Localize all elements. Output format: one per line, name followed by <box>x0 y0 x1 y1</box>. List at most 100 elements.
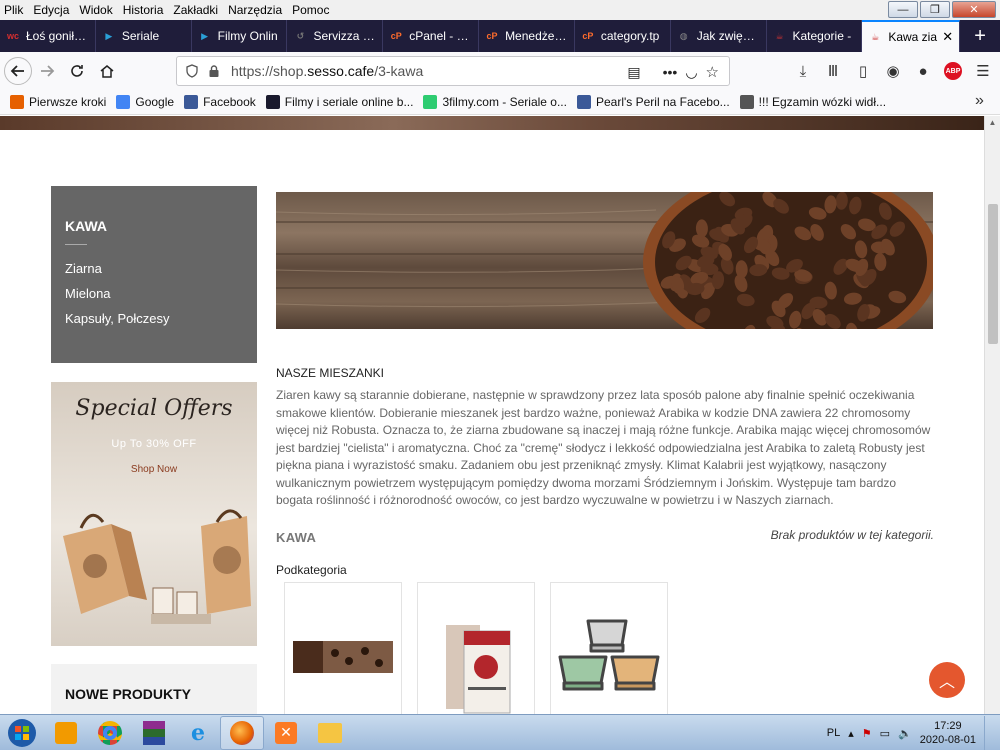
bookmark-star-icon[interactable]: ☆ <box>706 63 719 81</box>
tab-2[interactable]: ▶ Filmy Onlin <box>192 20 288 52</box>
pocket-icon[interactable]: ◡ <box>685 64 697 81</box>
network-warning-icon[interactable]: ⚑ <box>862 727 872 740</box>
restore-icon[interactable]: ❐ <box>920 1 950 18</box>
subcategory-card-mielona[interactable] <box>417 582 535 714</box>
system-tray: PL ▴ ⚑ ▭ 🔈 17:29 2020-08-01 <box>827 715 994 751</box>
menu-historia[interactable]: Historia <box>123 3 164 17</box>
category-link-mielona[interactable]: Mielona <box>65 286 243 301</box>
tab-title: Seriale <box>121 29 160 43</box>
tab-6[interactable]: cP category.tp <box>575 20 671 52</box>
taskbar-xampp[interactable]: ✕ <box>264 716 308 750</box>
shop-now-link[interactable]: Shop Now <box>51 464 257 475</box>
tab-9[interactable]: ☕ Kawa zia ✕ <box>862 20 961 52</box>
language-indicator[interactable]: PL <box>827 727 840 739</box>
bookmark-item-5[interactable]: Pearl's Peril na Facebo... <box>576 95 730 109</box>
extension-icon[interactable]: ● <box>912 56 934 86</box>
reload-button[interactable] <box>62 56 92 86</box>
volume-icon[interactable]: 🔈 <box>898 727 912 740</box>
ground-coffee-box-thumbnail <box>446 625 511 714</box>
taskbar-media-player[interactable] <box>44 716 88 750</box>
menu-icon[interactable]: ☰ <box>972 56 994 86</box>
section-title: KAWA <box>276 530 317 545</box>
bookmarks-overflow-icon[interactable]: » <box>975 92 984 110</box>
bookmark-item-1[interactable]: Google <box>116 95 174 109</box>
tab-title: Kategorie - <box>792 29 852 43</box>
scroll-up-arrow-icon[interactable]: ▲ <box>985 118 1000 127</box>
scroll-to-top-button[interactable]: ︿ <box>929 662 965 698</box>
menu-pomoc[interactable]: Pomoc <box>292 3 329 17</box>
taskbar-winrar[interactable] <box>132 716 176 750</box>
tab-5[interactable]: cP Menedżer p <box>479 20 575 52</box>
account-icon[interactable]: ◉ <box>882 56 904 86</box>
bookmark-item-2[interactable]: Facebook <box>184 95 256 109</box>
library-icon[interactable]: Ⅲ <box>822 56 844 86</box>
menu-zakladki[interactable]: Zakładki <box>173 3 218 17</box>
menu-plik[interactable]: Plik <box>4 3 23 17</box>
bookmark-favicon-icon <box>423 95 438 109</box>
subcategory-card-kapsuly[interactable] <box>550 582 668 714</box>
category-divider <box>65 244 87 245</box>
tab-8[interactable]: ☕ Kategorie - <box>767 20 863 52</box>
back-arrow-icon <box>10 65 24 77</box>
bookmark-favicon-icon <box>739 95 754 109</box>
mix-title: NASZE MIESZANKI <box>276 366 385 380</box>
bookmark-item-0[interactable]: Pierwsze kroki <box>10 95 106 109</box>
page-content: KAWA Ziarna Mielona Kapsuły, Połczesy Sp… <box>0 116 984 714</box>
clock[interactable]: 17:29 2020-08-01 <box>920 719 976 747</box>
tab-title: Kawa zia <box>888 30 938 44</box>
tab-title: cPanel - Gło <box>409 29 473 43</box>
sidebar-icon[interactable]: ▯ <box>852 56 874 86</box>
category-link-ziarna[interactable]: Ziarna <box>65 261 243 276</box>
navigation-bar: https://shop.sesso.cafe/3-kawa ▤ ••• ◡ ☆… <box>0 52 1000 90</box>
download-icon[interactable]: ⤓ <box>792 56 814 86</box>
special-offers-banner[interactable]: Special Offers Up To 30% OFF Shop Now <box>51 382 257 646</box>
globe-favicon-icon: ◍ <box>679 30 688 41</box>
tab-4[interactable]: cP cPanel - Gło <box>383 20 480 52</box>
winrar-icon <box>143 720 165 745</box>
category-link-kapsuly[interactable]: Kapsuły, Połczesy <box>65 311 243 326</box>
start-button[interactable] <box>0 716 44 750</box>
address-bar[interactable]: https://shop.sesso.cafe/3-kawa ▤ ••• ◡ ☆ <box>176 56 730 86</box>
bookmark-item-6[interactable]: !!! Egzamin wózki widł... <box>739 95 887 109</box>
show-desktop-button[interactable] <box>984 716 994 750</box>
minimize-icon[interactable]: — <box>888 1 918 18</box>
bookmark-item-3[interactable]: Filmy i seriale online b... <box>265 95 413 109</box>
chevron-up-icon: ︿ <box>938 674 955 691</box>
taskbar-internet-explorer[interactable]: e <box>176 716 220 750</box>
subcategory-card-ziarna[interactable] <box>284 582 402 714</box>
taskbar-explorer[interactable] <box>308 716 352 750</box>
bookmark-label: Facebook <box>203 95 256 109</box>
tray-expand-icon[interactable]: ▴ <box>848 727 854 740</box>
adblock-icon[interactable]: ABP <box>942 56 964 86</box>
cup-favicon-icon: ☕ <box>871 31 880 42</box>
tab-3[interactable]: ↺ Servizza PL <box>287 20 384 52</box>
reader-view-icon[interactable]: ▤ <box>627 64 640 81</box>
page-scrollbar[interactable]: ▲ <box>984 116 1000 714</box>
page-actions-icon[interactable]: ••• <box>663 64 678 80</box>
bookmark-label: Google <box>135 95 175 109</box>
taskbar-chrome[interactable] <box>88 716 132 750</box>
menu-widok[interactable]: Widok <box>79 3 112 17</box>
menu-narzedzia[interactable]: Narzędzia <box>228 3 282 17</box>
home-button[interactable] <box>92 56 122 86</box>
tab-1[interactable]: ▶ Seriale <box>96 20 192 52</box>
bookmark-item-4[interactable]: 3filmy.com - Seriale o... <box>423 95 567 109</box>
home-icon <box>100 65 114 78</box>
url-text: https://shop.sesso.cafe/3-kawa <box>231 63 424 79</box>
cup-favicon-icon: ☕ <box>775 30 784 41</box>
scrollbar-thumb[interactable] <box>988 204 998 344</box>
no-products-message: Brak produktów w tej kategorii. <box>770 528 934 542</box>
close-tab-icon[interactable]: ✕ <box>942 29 953 45</box>
menu-edycja[interactable]: Edycja <box>33 3 69 17</box>
forward-button[interactable] <box>32 56 62 86</box>
back-button[interactable] <box>4 57 32 85</box>
bookmark-label: !!! Egzamin wózki widł... <box>758 95 887 109</box>
category-banner-image <box>276 192 933 329</box>
close-window-icon[interactable]: ✕ <box>952 1 996 18</box>
tab-0[interactable]: wc Łoś gonił sk <box>0 20 96 52</box>
action-center-icon[interactable]: ▭ <box>880 727 890 740</box>
taskbar-firefox[interactable] <box>220 715 264 750</box>
offers-subtitle: Up To 30% OFF <box>111 438 197 450</box>
tab-7[interactable]: ◍ Jak zwiększ <box>671 20 767 52</box>
new-tab-button[interactable]: + <box>960 20 1000 52</box>
